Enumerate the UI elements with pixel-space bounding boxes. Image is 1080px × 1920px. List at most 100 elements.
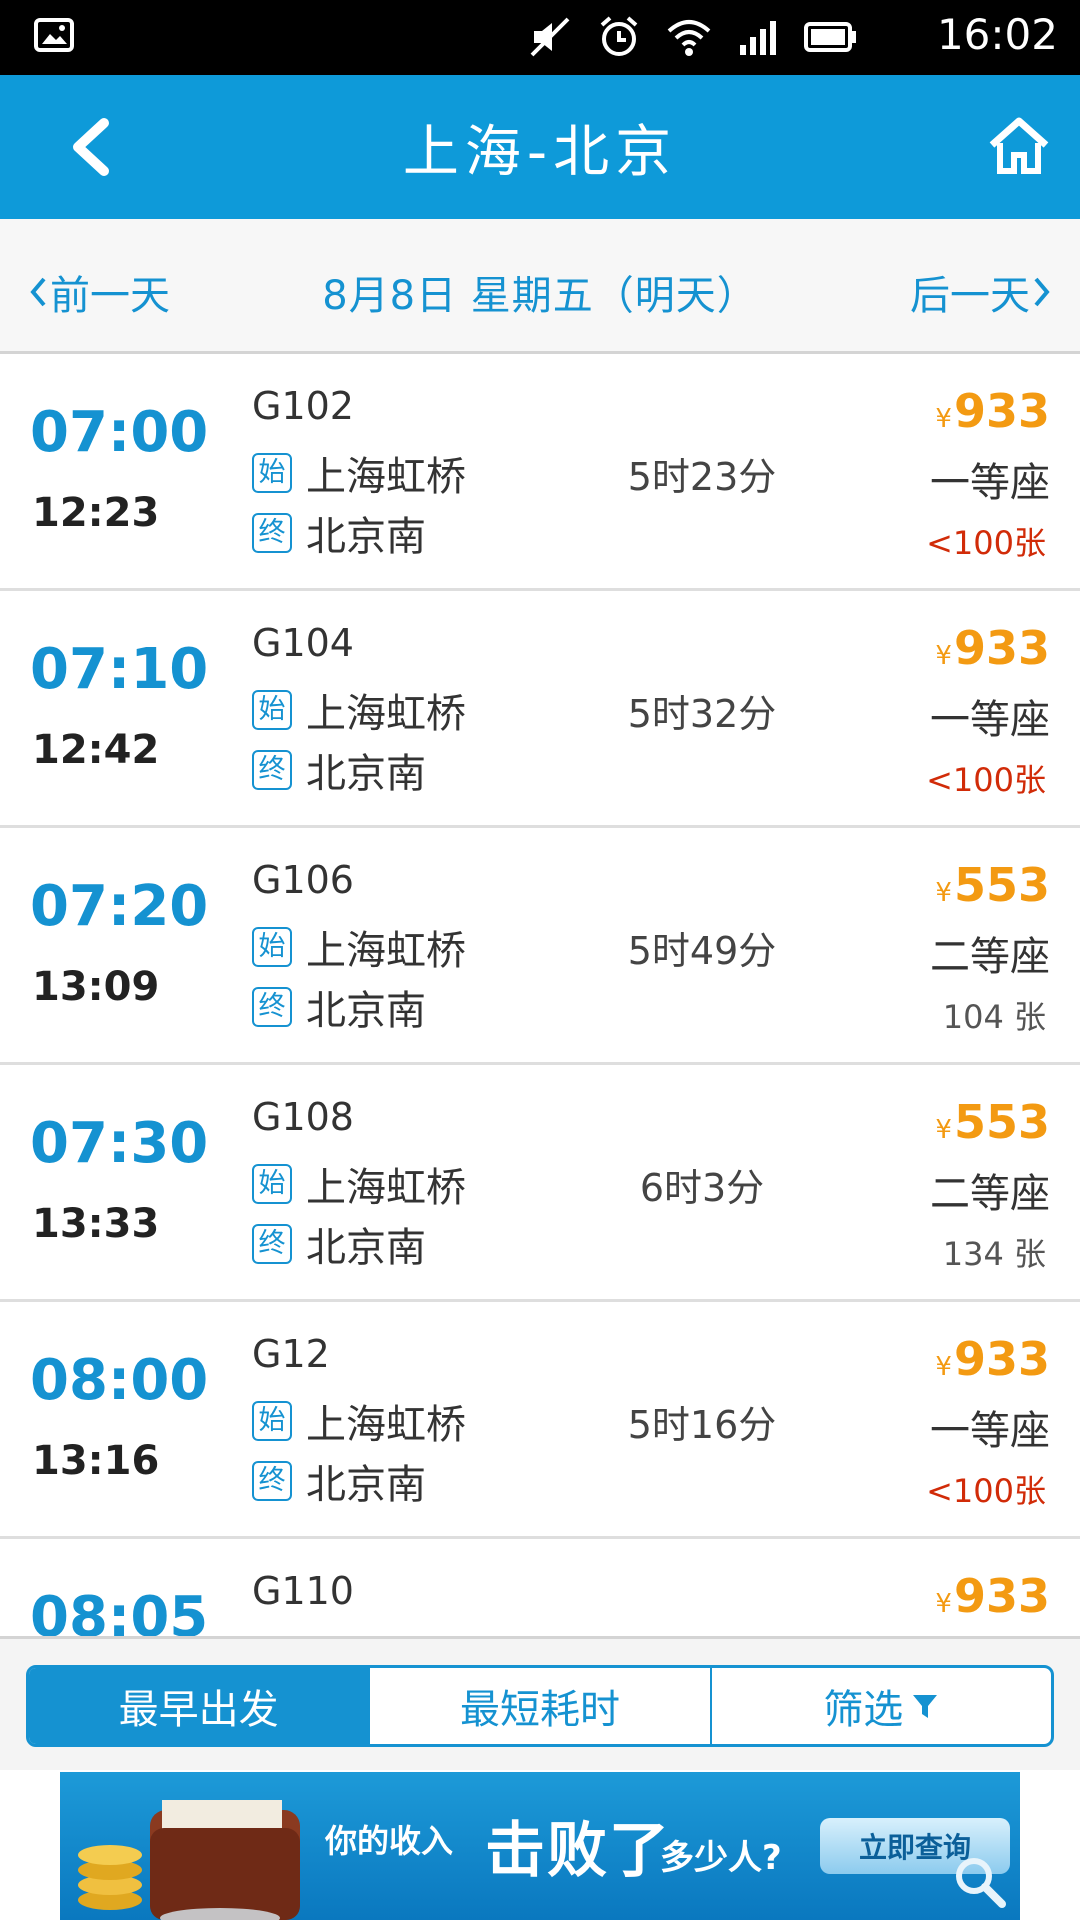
- ticket-price: ¥933: [935, 384, 1050, 438]
- currency-symbol: ¥: [935, 641, 952, 671]
- train-row[interactable]: 08:05 G110 ¥933: [0, 1539, 1080, 1636]
- signal-icon: [740, 21, 776, 55]
- tickets-remaining: 134 张: [942, 1235, 1046, 1273]
- sort-segmented-control: 最早出发 最短耗时 筛选: [26, 1665, 1054, 1747]
- terminal-station: 终 北京南: [252, 504, 426, 562]
- ticket-price: ¥933: [935, 1569, 1050, 1623]
- terminal-badge: 终: [252, 513, 292, 553]
- train-number: G102: [252, 384, 354, 428]
- origin-station: 始 上海虹桥: [252, 1155, 466, 1213]
- ad-text-primary: 你的收入: [325, 1822, 454, 1860]
- alarm-icon: [600, 16, 638, 56]
- tickets-remaining: <100张: [926, 1472, 1046, 1510]
- sort-earliest-button[interactable]: 最早出发: [29, 1668, 371, 1744]
- page-title: 上海-北京: [402, 120, 678, 185]
- ticket-price: ¥553: [935, 858, 1050, 912]
- sort-earliest-label: 最早出发: [118, 1687, 279, 1733]
- mute-icon: [530, 17, 570, 57]
- terminal-badge: 终: [252, 1224, 292, 1264]
- origin-station: 始 上海虹桥: [252, 918, 466, 976]
- tickets-remaining: <100张: [926, 761, 1046, 799]
- currency-symbol: ¥: [935, 1115, 952, 1145]
- terminal-station-name: 北京南: [306, 751, 426, 797]
- train-number: G106: [252, 858, 354, 902]
- status-bar: 16:02: [0, 0, 1080, 75]
- tickets-remaining: 104 张: [942, 998, 1046, 1036]
- seat-class: 一等座: [930, 697, 1050, 743]
- departure-time: 08:00: [30, 1348, 209, 1413]
- terminal-station: 终 北京南: [252, 978, 426, 1036]
- origin-station: 始 上海虹桥: [252, 681, 466, 739]
- price-value: 933: [953, 384, 1050, 438]
- travel-duration: 5时16分: [627, 1403, 777, 1447]
- wifi-icon: [667, 20, 711, 56]
- terminal-station-name: 北京南: [306, 1225, 426, 1271]
- departure-time: 07:30: [30, 1111, 209, 1176]
- departure-time: 07:10: [30, 637, 209, 702]
- terminal-station: 终 北京南: [252, 1215, 426, 1273]
- terminal-badge: 终: [252, 1461, 292, 1501]
- departure-time: 07:20: [30, 874, 209, 939]
- price-value: 933: [953, 621, 1050, 675]
- origin-badge: 始: [252, 690, 292, 730]
- sort-shortest-button[interactable]: 最短耗时: [370, 1668, 712, 1744]
- departure-time: 07:00: [30, 400, 209, 465]
- sort-shortest-label: 最短耗时: [459, 1687, 620, 1733]
- ad-banner[interactable]: 你的收入 击败了 多少人? 立即查询: [60, 1772, 1020, 1920]
- price-value: 553: [953, 1095, 1050, 1149]
- ad-text-headline: 击败了: [485, 1816, 671, 1886]
- price-value: 553: [953, 858, 1050, 912]
- train-number: G108: [252, 1095, 354, 1139]
- date-navigation: 前一天 8月8日 星期五（明天） 后一天: [0, 219, 1080, 354]
- origin-badge: 始: [252, 1401, 292, 1441]
- origin-badge: 始: [252, 453, 292, 493]
- origin-station-name: 上海虹桥: [306, 454, 466, 500]
- origin-badge: 始: [252, 1164, 292, 1204]
- next-day-button[interactable]: 后一天: [910, 263, 1052, 321]
- origin-station-name: 上海虹桥: [306, 928, 466, 974]
- status-time: 16:02: [936, 10, 1058, 59]
- arrival-time: 13:33: [32, 1201, 160, 1247]
- train-list[interactable]: 07:00 12:23 G102 始 上海虹桥 终 北京南 5时23分 ¥933…: [0, 354, 1080, 1636]
- seat-class: 二等座: [930, 934, 1050, 980]
- tickets-remaining: <100张: [926, 524, 1046, 562]
- title-bar: 上海-北京: [0, 75, 1080, 219]
- home-icon[interactable]: [988, 115, 1050, 177]
- price-value: 933: [953, 1332, 1050, 1386]
- train-row[interactable]: 07:10 12:42 G104 始 上海虹桥 终 北京南 5时32分 ¥933…: [0, 591, 1080, 828]
- origin-station: 始 上海虹桥: [252, 444, 466, 502]
- arrival-time: 13:16: [32, 1438, 160, 1484]
- seat-class: 二等座: [930, 1171, 1050, 1217]
- train-number: G104: [252, 621, 354, 665]
- status-icons: [528, 14, 858, 60]
- arrival-time: 13:09: [32, 964, 160, 1010]
- arrival-time: 12:42: [32, 727, 160, 773]
- sort-bar: 最早出发 最短耗时 筛选: [0, 1636, 1080, 1773]
- chevron-right-icon: [1034, 277, 1050, 307]
- ticket-price: ¥553: [935, 1095, 1050, 1149]
- currency-symbol: ¥: [935, 1352, 952, 1382]
- terminal-station-name: 北京南: [306, 514, 426, 560]
- origin-station-name: 上海虹桥: [306, 691, 466, 737]
- arrival-time: 12:23: [32, 490, 160, 536]
- train-number: G12: [252, 1332, 330, 1376]
- currency-symbol: ¥: [935, 404, 952, 434]
- battery-icon: [804, 22, 856, 52]
- terminal-station-name: 北京南: [306, 1462, 426, 1508]
- terminal-station: 终 北京南: [252, 741, 426, 799]
- magnifier-icon: [956, 1858, 1006, 1908]
- travel-duration: 6时3分: [639, 1166, 765, 1210]
- terminal-badge: 终: [252, 987, 292, 1027]
- price-value: 933: [953, 1569, 1050, 1623]
- ad-text-secondary: 多少人?: [660, 1838, 782, 1878]
- origin-badge: 始: [252, 927, 292, 967]
- wallet-icon: [78, 1800, 300, 1920]
- origin-station: 始 上海虹桥: [252, 1392, 466, 1450]
- currency-symbol: ¥: [935, 878, 952, 908]
- ticket-price: ¥933: [935, 1332, 1050, 1386]
- train-row[interactable]: 07:20 13:09 G106 始 上海虹桥 终 北京南 5时49分 ¥553…: [0, 828, 1080, 1065]
- train-row[interactable]: 07:00 12:23 G102 始 上海虹桥 终 北京南 5时23分 ¥933…: [0, 354, 1080, 591]
- train-row[interactable]: 08:00 13:16 G12 始 上海虹桥 终 北京南 5时16分 ¥933 …: [0, 1302, 1080, 1539]
- filter-button[interactable]: 筛选: [712, 1668, 1051, 1744]
- train-row[interactable]: 07:30 13:33 G108 始 上海虹桥 终 北京南 6时3分 ¥553 …: [0, 1065, 1080, 1302]
